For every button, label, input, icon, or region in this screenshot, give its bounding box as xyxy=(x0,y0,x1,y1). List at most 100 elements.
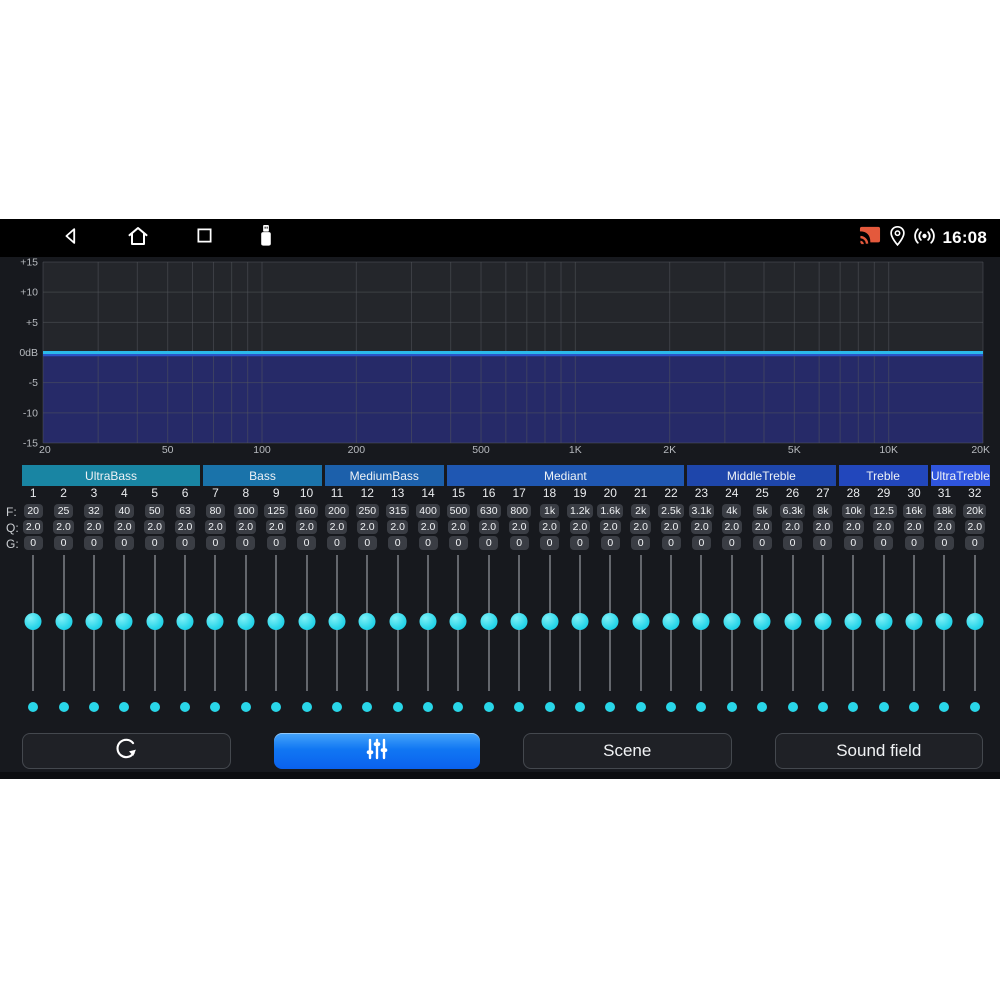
freq-value[interactable]: 3.1k xyxy=(689,504,715,518)
slider-knob[interactable] xyxy=(55,613,72,630)
gain-value[interactable]: 0 xyxy=(631,536,650,550)
slider-knob[interactable] xyxy=(966,613,983,630)
freq-value[interactable]: 1.2k xyxy=(567,504,593,518)
freq-value[interactable]: 25 xyxy=(54,504,73,518)
reset-button[interactable] xyxy=(22,733,231,769)
gain-slider-ch12[interactable] xyxy=(352,553,382,693)
slider-knob[interactable] xyxy=(25,613,42,630)
q-value[interactable]: 2.0 xyxy=(448,520,469,534)
gain-value[interactable]: 0 xyxy=(570,536,589,550)
scene-button[interactable]: Scene xyxy=(523,733,732,769)
slider-knob[interactable] xyxy=(814,613,831,630)
q-value[interactable]: 2.0 xyxy=(84,520,105,534)
q-value[interactable]: 2.0 xyxy=(722,520,743,534)
equalizer-button[interactable] xyxy=(274,733,481,769)
slider-knob[interactable] xyxy=(237,613,254,630)
freq-value[interactable]: 20k xyxy=(963,504,986,518)
slider-knob[interactable] xyxy=(450,613,467,630)
q-value[interactable]: 2.0 xyxy=(570,520,591,534)
slider-knob[interactable] xyxy=(85,613,102,630)
slider-knob[interactable] xyxy=(268,613,285,630)
freq-value[interactable]: 12.5 xyxy=(870,504,896,518)
gain-value[interactable]: 0 xyxy=(722,536,741,550)
gain-slider-ch28[interactable] xyxy=(838,553,868,693)
gain-slider-ch26[interactable] xyxy=(777,553,807,693)
gain-value[interactable]: 0 xyxy=(874,536,893,550)
channel-dot[interactable] xyxy=(788,702,798,712)
channel-dot[interactable] xyxy=(484,702,494,712)
gain-slider-ch14[interactable] xyxy=(413,553,443,693)
slider-knob[interactable] xyxy=(116,613,133,630)
channel-dot[interactable] xyxy=(696,702,706,712)
gain-slider-ch30[interactable] xyxy=(899,553,929,693)
gain-value[interactable]: 0 xyxy=(813,536,832,550)
gain-slider-ch10[interactable] xyxy=(291,553,321,693)
band-middletreble[interactable]: MiddleTreble xyxy=(687,465,835,486)
q-value[interactable]: 2.0 xyxy=(205,520,226,534)
gain-value[interactable]: 0 xyxy=(905,536,924,550)
q-value[interactable]: 2.0 xyxy=(813,520,834,534)
gain-slider-ch24[interactable] xyxy=(717,553,747,693)
channel-dot[interactable] xyxy=(180,702,190,712)
freq-value[interactable]: 1.6k xyxy=(597,504,623,518)
freq-value[interactable]: 630 xyxy=(477,504,501,518)
freq-value[interactable]: 80 xyxy=(206,504,225,518)
slider-knob[interactable] xyxy=(936,613,953,630)
channel-dot[interactable] xyxy=(848,702,858,712)
channel-dot[interactable] xyxy=(605,702,615,712)
freq-value[interactable]: 8k xyxy=(813,504,832,518)
gain-slider-ch29[interactable] xyxy=(869,553,899,693)
channel-dot[interactable] xyxy=(362,702,372,712)
slider-knob[interactable] xyxy=(359,613,376,630)
slider-knob[interactable] xyxy=(511,613,528,630)
slider-knob[interactable] xyxy=(480,613,497,630)
freq-value[interactable]: 800 xyxy=(507,504,531,518)
gain-value[interactable]: 0 xyxy=(145,536,164,550)
gain-value[interactable]: 0 xyxy=(965,536,984,550)
gain-slider-ch20[interactable] xyxy=(595,553,625,693)
q-value[interactable]: 2.0 xyxy=(965,520,986,534)
gain-slider-ch5[interactable] xyxy=(140,553,170,693)
gain-value[interactable]: 0 xyxy=(540,536,559,550)
slider-knob[interactable] xyxy=(602,613,619,630)
slider-knob[interactable] xyxy=(420,613,437,630)
channel-dot[interactable] xyxy=(575,702,585,712)
q-value[interactable]: 2.0 xyxy=(752,520,773,534)
gain-slider-ch21[interactable] xyxy=(626,553,656,693)
channel-dot[interactable] xyxy=(879,702,889,712)
gain-value[interactable]: 0 xyxy=(115,536,134,550)
gain-value[interactable]: 0 xyxy=(206,536,225,550)
channel-dot[interactable] xyxy=(150,702,160,712)
channel-dot[interactable] xyxy=(393,702,403,712)
q-value[interactable]: 2.0 xyxy=(114,520,135,534)
gain-value[interactable]: 0 xyxy=(479,536,498,550)
freq-value[interactable]: 40 xyxy=(115,504,134,518)
slider-knob[interactable] xyxy=(845,613,862,630)
q-value[interactable]: 2.0 xyxy=(175,520,196,534)
slider-knob[interactable] xyxy=(146,613,163,630)
channel-dot[interactable] xyxy=(727,702,737,712)
channel-dot[interactable] xyxy=(453,702,463,712)
gain-slider-ch25[interactable] xyxy=(747,553,777,693)
gain-slider-ch4[interactable] xyxy=(109,553,139,693)
freq-value[interactable]: 100 xyxy=(234,504,258,518)
slider-knob[interactable] xyxy=(328,613,345,630)
gain-value[interactable]: 0 xyxy=(753,536,772,550)
gain-slider-ch16[interactable] xyxy=(474,553,504,693)
gain-slider-ch3[interactable] xyxy=(79,553,109,693)
freq-value[interactable]: 2.5k xyxy=(658,504,684,518)
gain-value[interactable]: 0 xyxy=(510,536,529,550)
band-treble[interactable]: Treble xyxy=(839,465,928,486)
gain-value[interactable]: 0 xyxy=(935,536,954,550)
freq-value[interactable]: 32 xyxy=(84,504,103,518)
freq-value[interactable]: 315 xyxy=(386,504,410,518)
channel-dot[interactable] xyxy=(210,702,220,712)
gain-value[interactable]: 0 xyxy=(24,536,43,550)
slider-knob[interactable] xyxy=(875,613,892,630)
gain-value[interactable]: 0 xyxy=(358,536,377,550)
home-icon[interactable] xyxy=(126,224,150,253)
channel-dot[interactable] xyxy=(241,702,251,712)
slider-knob[interactable] xyxy=(177,613,194,630)
slider-knob[interactable] xyxy=(784,613,801,630)
gain-slider-ch31[interactable] xyxy=(929,553,959,693)
